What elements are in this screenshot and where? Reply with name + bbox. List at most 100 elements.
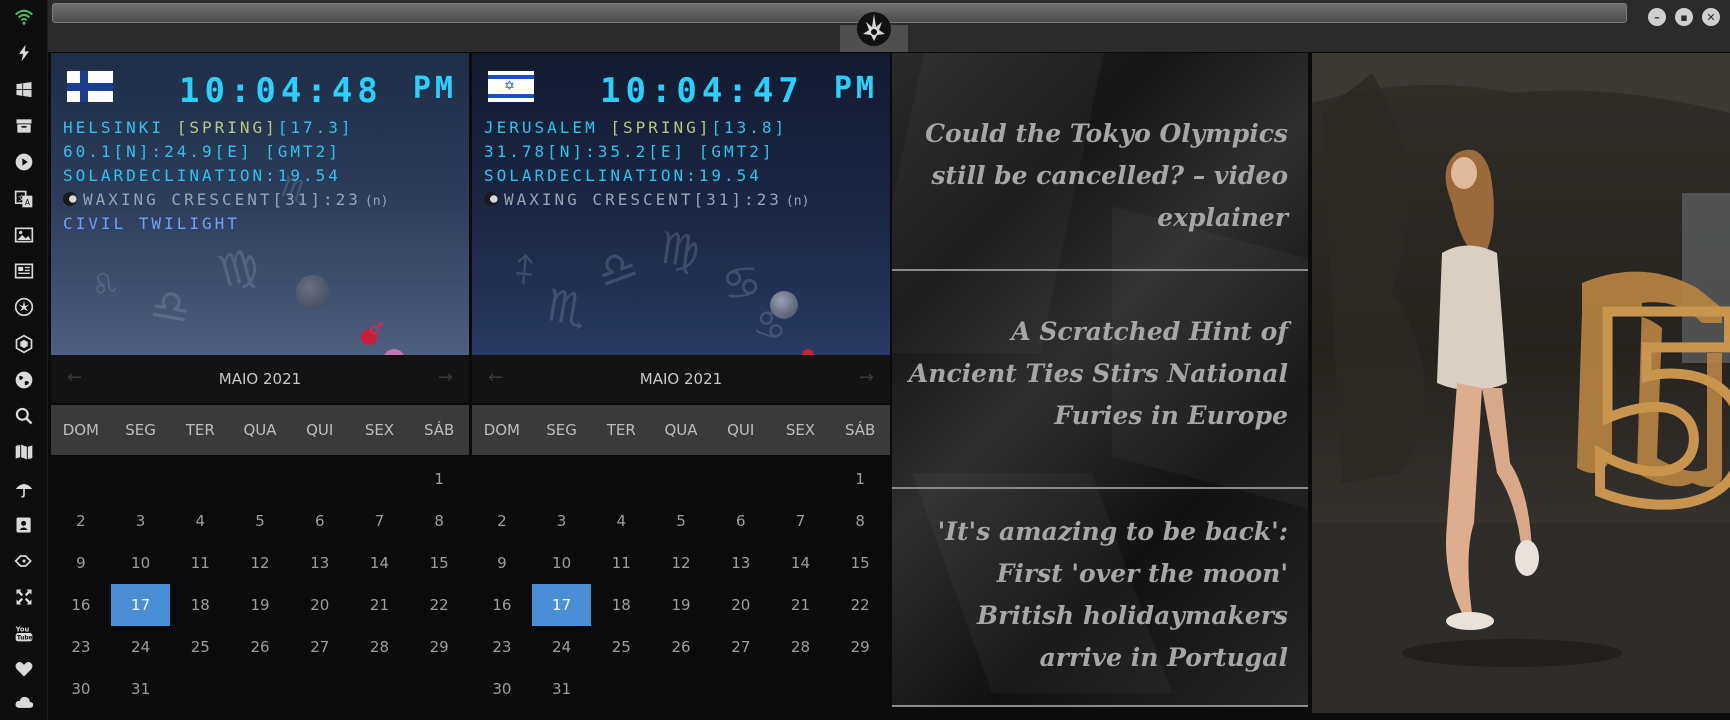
calendar-day[interactable]: 13 — [711, 542, 771, 584]
calendar-day[interactable]: 16 — [51, 584, 111, 626]
calendar-day[interactable]: 23 — [51, 626, 111, 668]
calendar-day[interactable]: 4 — [591, 500, 651, 542]
calendar-day[interactable]: 16 — [472, 584, 532, 626]
search-icon[interactable] — [12, 404, 36, 428]
calendar-day[interactable]: 24 — [111, 626, 171, 668]
calendar-day[interactable]: 2 — [472, 500, 532, 542]
calendar-day[interactable]: 8 — [409, 500, 469, 542]
calendar-day[interactable]: 14 — [771, 542, 831, 584]
calendar-day[interactable]: 31 — [532, 668, 592, 710]
close-button[interactable]: ✕ — [1702, 8, 1720, 26]
translate-icon[interactable]: 文A — [12, 187, 36, 211]
calendar-day[interactable]: 25 — [170, 626, 230, 668]
newspaper-icon[interactable] — [12, 259, 36, 283]
calendar-day[interactable]: 6 — [711, 500, 771, 542]
bolt-icon[interactable] — [12, 41, 36, 65]
play-icon[interactable] — [12, 150, 36, 174]
calendar-day[interactable]: 10 — [532, 542, 592, 584]
calendar-month[interactable]: MAIO 2021 — [640, 370, 722, 388]
calendar-day[interactable]: 27 — [290, 626, 350, 668]
weekday-label: TER — [606, 421, 636, 439]
calendar-day[interactable]: 10 — [111, 542, 171, 584]
calendar-day-selected[interactable]: 17 — [531, 584, 592, 626]
calendar-day[interactable]: 20 — [290, 584, 350, 626]
calendar-day[interactable]: 30 — [51, 668, 111, 710]
calendar-day[interactable]: 23 — [472, 626, 532, 668]
news-panel: Could the Tokyo Olympics still be cancel… — [892, 53, 1308, 707]
featured-photo[interactable]: 5 — [1312, 53, 1730, 713]
calendar-day[interactable]: 8 — [830, 500, 890, 542]
calendar-day[interactable]: 12 — [230, 542, 290, 584]
calendar-day[interactable]: 14 — [350, 542, 410, 584]
calendar-day[interactable]: 26 — [230, 626, 290, 668]
news-headline[interactable]: A Scratched Hint of Ancient Ties Stirs N… — [908, 311, 1288, 437]
calendar-day[interactable]: 22 — [409, 584, 469, 626]
calendar-day[interactable]: 5 — [230, 500, 290, 542]
calendar-day[interactable]: 9 — [51, 542, 111, 584]
globe-icon[interactable] — [12, 368, 36, 392]
calendar-day[interactable]: 18 — [170, 584, 230, 626]
title-bar[interactable] — [52, 3, 1627, 23]
calendar-day[interactable]: 11 — [170, 542, 230, 584]
calendar-day[interactable]: 9 — [472, 542, 532, 584]
calendar-month[interactable]: MAIO 2021 — [219, 370, 301, 388]
calendar-day[interactable]: 29 — [409, 626, 469, 668]
calendar-day[interactable]: 1 — [409, 458, 469, 500]
next-month-arrow-icon[interactable]: → — [438, 367, 453, 388]
expand-icon[interactable] — [12, 585, 36, 609]
calendar-day[interactable]: 6 — [290, 500, 350, 542]
calendar-day[interactable]: 19 — [651, 584, 711, 626]
calendar-day-selected[interactable]: 17 — [110, 584, 171, 626]
calendar-day[interactable]: 19 — [230, 584, 290, 626]
hexagon-icon[interactable] — [12, 332, 36, 356]
calendar-day[interactable]: 15 — [409, 542, 469, 584]
calendar-day[interactable]: 2 — [51, 500, 111, 542]
calendar-day[interactable]: 12 — [651, 542, 711, 584]
calendar-day[interactable]: 7 — [350, 500, 410, 542]
maximize-button[interactable]: ▪ — [1675, 8, 1693, 26]
news-headline[interactable]: 'It's amazing to be back': First 'over t… — [908, 511, 1288, 679]
calendar-day[interactable]: 26 — [651, 626, 711, 668]
rebel-alliance-icon[interactable] — [12, 295, 36, 319]
cloud-icon[interactable] — [12, 690, 36, 714]
calendar-day[interactable]: 20 — [711, 584, 771, 626]
prev-month-arrow-icon[interactable]: ← — [67, 367, 82, 388]
minimize-button[interactable]: – — [1648, 8, 1666, 26]
calendar-day[interactable]: 29 — [830, 626, 890, 668]
calendar-day[interactable]: 11 — [591, 542, 651, 584]
image-icon[interactable] — [12, 223, 36, 247]
youtube-icon[interactable]: You Tube — [12, 621, 36, 645]
calendar-day[interactable]: 28 — [771, 626, 831, 668]
wifi-icon[interactable] — [12, 5, 36, 29]
heart-icon[interactable] — [12, 657, 36, 681]
news-headline[interactable]: Could the Tokyo Olympics still be cancel… — [908, 113, 1288, 239]
calendar-day[interactable]: 21 — [771, 584, 831, 626]
calendar-day[interactable]: 13 — [290, 542, 350, 584]
calendar-day[interactable]: 3 — [111, 500, 171, 542]
calendar-day[interactable]: 3 — [532, 500, 592, 542]
calendar-day[interactable]: 4 — [170, 500, 230, 542]
calendar-day[interactable]: 7 — [771, 500, 831, 542]
calendar-day[interactable]: 1 — [830, 458, 890, 500]
calendar-day[interactable]: 28 — [350, 626, 410, 668]
calendar-day[interactable]: 27 — [711, 626, 771, 668]
calendar-day[interactable]: 30 — [472, 668, 532, 710]
calendar-day[interactable]: 22 — [830, 584, 890, 626]
next-month-arrow-icon[interactable]: → — [859, 367, 874, 388]
tags-icon[interactable] — [12, 549, 36, 573]
prev-month-arrow-icon[interactable]: ← — [488, 367, 503, 388]
calendar-day[interactable]: 21 — [350, 584, 410, 626]
planet-decoration — [770, 291, 798, 319]
contact-icon[interactable] — [12, 513, 36, 537]
calendar-day[interactable]: 31 — [111, 668, 171, 710]
calendar-day[interactable]: 24 — [532, 626, 592, 668]
calendar-day[interactable]: 5 — [651, 500, 711, 542]
calendar-day[interactable]: 25 — [591, 626, 651, 668]
calendar-day[interactable]: 18 — [591, 584, 651, 626]
map-icon[interactable] — [12, 440, 36, 464]
calendar-day-empty — [111, 458, 171, 500]
calendar-day[interactable]: 15 — [830, 542, 890, 584]
umbrella-icon[interactable] — [12, 477, 36, 501]
windows-icon[interactable] — [12, 78, 36, 102]
archive-icon[interactable] — [12, 114, 36, 138]
